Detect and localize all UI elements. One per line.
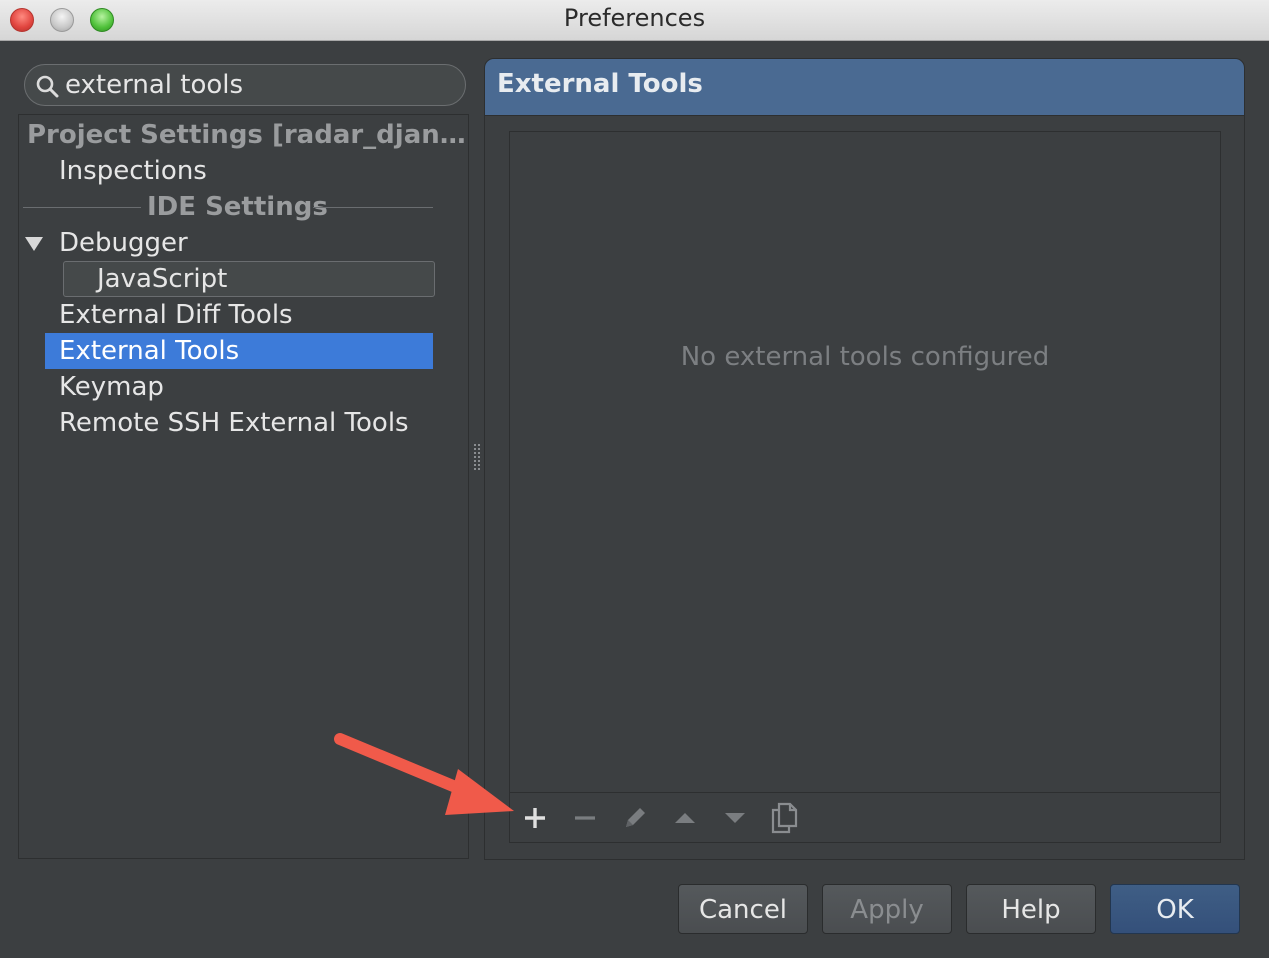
- add-tool-button[interactable]: [518, 801, 552, 835]
- window-title: Preferences: [563, 4, 706, 32]
- remove-tool-button[interactable]: [568, 801, 602, 835]
- title-bar: Preferences: [0, 0, 1269, 41]
- move-up-button[interactable]: [668, 801, 702, 835]
- preferences-window: Preferences Project Settings [radar_djan…: [0, 0, 1269, 958]
- expand-triangle-icon[interactable]: [25, 237, 43, 251]
- tree-item-javascript[interactable]: JavaScript: [97, 261, 227, 297]
- apply-button[interactable]: Apply: [822, 884, 952, 934]
- add-icon: [525, 808, 545, 828]
- empty-list-message: No external tools configured: [680, 342, 1050, 372]
- tree-item-debugger[interactable]: Debugger: [59, 225, 188, 261]
- tree-group-project-settings[interactable]: Project Settings [radar_djan…: [27, 117, 466, 153]
- settings-search-field[interactable]: [24, 64, 466, 106]
- tree-item-remote-ssh-external-tools[interactable]: Remote SSH External Tools: [59, 405, 409, 441]
- tree-item-external-tools[interactable]: External Tools: [45, 333, 433, 369]
- remove-icon: [575, 816, 595, 820]
- ok-button[interactable]: OK: [1110, 884, 1240, 934]
- external-tools-panel: External Tools No external tools configu…: [484, 58, 1245, 860]
- move-up-icon: [675, 813, 695, 823]
- external-tools-list[interactable]: No external tools configured: [509, 131, 1221, 843]
- search-input[interactable]: [65, 69, 445, 101]
- move-down-icon: [725, 813, 745, 823]
- panel-header: External Tools: [485, 59, 1244, 116]
- panel-title: External Tools: [497, 69, 703, 99]
- splitter-handle[interactable]: [474, 444, 480, 474]
- group-separator-left: [23, 207, 141, 208]
- tree-item-external-diff-tools[interactable]: External Diff Tools: [59, 297, 293, 333]
- tree-item-keymap[interactable]: Keymap: [59, 369, 164, 405]
- search-icon: [36, 75, 59, 98]
- edit-tool-button[interactable]: [618, 801, 652, 835]
- copy-tool-button[interactable]: [768, 801, 802, 835]
- move-down-button[interactable]: [718, 801, 752, 835]
- tree-group-ide-settings: IDE Settings: [147, 192, 328, 222]
- copy-icon: [771, 802, 798, 834]
- list-toolbar: [510, 792, 1220, 843]
- annotation-arrow: [334, 733, 514, 815]
- group-separator-right: [313, 207, 433, 208]
- edit-icon: [626, 808, 645, 827]
- cancel-button[interactable]: Cancel: [678, 884, 808, 934]
- help-button[interactable]: Help: [966, 884, 1096, 934]
- tree-item-inspections[interactable]: Inspections: [59, 153, 207, 189]
